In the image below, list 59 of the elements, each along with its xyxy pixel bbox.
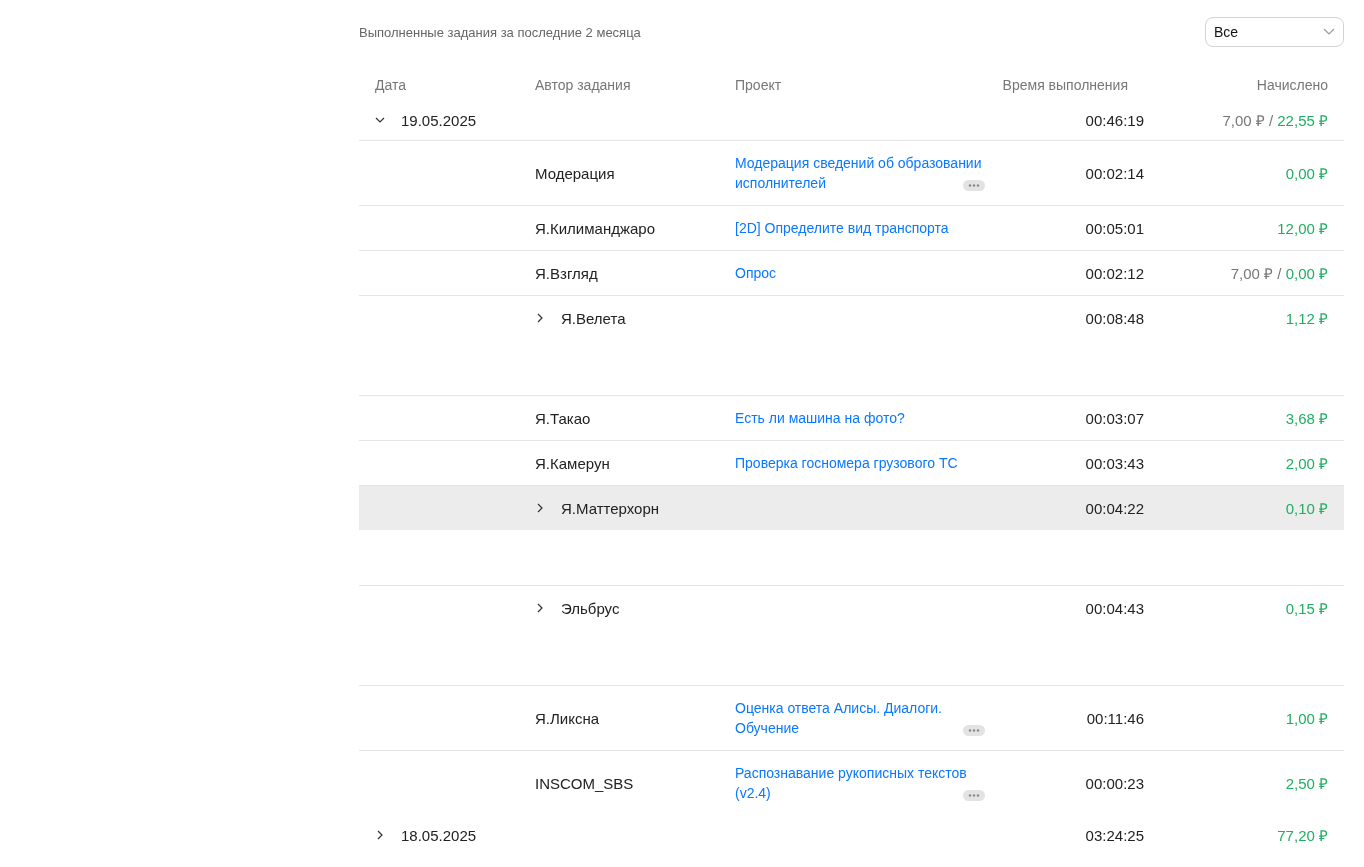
accrued-amount: 7,00 ₽ / 0,00 ₽: [1230, 264, 1329, 283]
more-icon[interactable]: [963, 180, 985, 191]
time-text: 00:03:07: [1085, 409, 1144, 427]
chevron-right-icon: [375, 830, 385, 840]
project-link[interactable]: Распознавание рукописных текстов (v2.4): [735, 763, 985, 803]
author-text: Я.Велета: [561, 309, 626, 327]
author-text: Я.Килиманджаро: [535, 219, 656, 237]
project-link[interactable]: [2D] Определите вид транспорта: [735, 218, 985, 238]
author-text: Я.Камерун: [535, 454, 611, 472]
accrued-amount: 77,20 ₽: [1277, 826, 1329, 845]
date-text: 18.05.2025: [401, 826, 477, 844]
time-text: 00:05:01: [1085, 219, 1144, 237]
accrued-amount: 0,00 ₽: [1285, 164, 1329, 183]
project-link[interactable]: Модерация сведений об образовании исполнителей: [735, 153, 985, 193]
accrued-amount: 1,12 ₽: [1285, 309, 1329, 328]
chevron-right-icon: [535, 503, 545, 513]
column-header: Автор задания: [535, 77, 631, 93]
chevron-right-icon: [535, 603, 545, 613]
accrued-amount: 12,00 ₽: [1277, 219, 1329, 238]
author-text: Я.Такао: [535, 409, 592, 427]
author-text: Модерация: [535, 164, 616, 182]
author-text: Я.Ликсна: [535, 709, 601, 727]
accrued-amount: 0,15 ₽: [1285, 599, 1329, 618]
project-link[interactable]: Оценка ответа Алисы. Диалоги. Обучение: [735, 698, 985, 738]
time-text: 00:00:23: [1085, 774, 1144, 792]
more-icon[interactable]: [963, 725, 985, 736]
time-text: 00:03:43: [1085, 454, 1144, 472]
date-text: 19.05.2025: [401, 111, 477, 129]
time-text: 00:02:14: [1085, 164, 1144, 182]
accrued-amount: 2,50 ₽: [1285, 774, 1329, 793]
accrued-amount: 0,10 ₽: [1285, 499, 1329, 518]
time-text: 00:02:12: [1085, 264, 1144, 282]
chevron-down-icon: [375, 115, 385, 125]
column-header: Начислено: [1256, 77, 1329, 93]
more-icon[interactable]: [963, 790, 985, 801]
time-text: 00:08:48: [1085, 309, 1144, 327]
column-header: Время выполнения: [1002, 77, 1129, 93]
accrued-amount: 1,00 ₽: [1285, 709, 1329, 728]
column-header: Проект: [735, 77, 782, 93]
time-text: 03:24:25: [1085, 826, 1144, 844]
project-link[interactable]: Опрос: [735, 263, 985, 283]
chevron-down-icon: [1323, 28, 1335, 36]
filter-select[interactable]: Все: [1205, 17, 1344, 47]
author-text: Я.Взгляд: [535, 264, 599, 282]
project-link[interactable]: Есть ли машина на фото?: [735, 408, 985, 428]
accrued-amount: 2,00 ₽: [1285, 454, 1329, 473]
chevron-right-icon: [535, 313, 545, 323]
time-text: 00:04:43: [1085, 599, 1144, 617]
accrued-amount: 3,68 ₽: [1285, 409, 1329, 428]
time-text: 00:04:22: [1085, 499, 1144, 517]
time-text: 00:46:19: [1085, 111, 1144, 129]
time-text: 00:11:46: [1086, 709, 1144, 727]
author-text: INSCOM_SBS: [535, 774, 635, 792]
accrued-amount: 7,00 ₽ / 22,55 ₽: [1222, 111, 1329, 130]
project-link[interactable]: Проверка госномера грузового ТС: [735, 453, 985, 473]
author-text: Эльбрус: [561, 599, 620, 617]
author-text: Я.Маттерхорн: [561, 499, 660, 517]
section-title: Выполненные задания за последние 2 месяца: [359, 24, 641, 40]
column-header: Дата: [374, 77, 406, 93]
